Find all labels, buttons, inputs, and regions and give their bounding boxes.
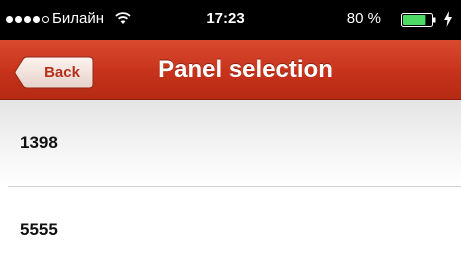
navigation-bar: Back Panel selection: [0, 40, 461, 99]
list-item-label: 1398: [20, 133, 58, 152]
screen: Билайн 17:23 80 % Back Panel selection 1…: [0, 0, 461, 267]
clock-container: 17:23: [0, 10, 461, 28]
page-title: Panel selection: [158, 56, 333, 83]
list-item[interactable]: 1398: [0, 100, 461, 186]
panel-list: 1398 5555: [0, 100, 461, 267]
charging-bolt-icon: [444, 11, 452, 27]
list-item-label: 5555: [20, 220, 58, 239]
battery-percentage: 80 %: [346, 10, 381, 27]
clock: 17:23: [206, 10, 245, 27]
list-item[interactable]: 5555: [0, 187, 461, 267]
battery-icon: [401, 13, 436, 27]
status-bar: Билайн 17:23 80 %: [0, 0, 461, 40]
